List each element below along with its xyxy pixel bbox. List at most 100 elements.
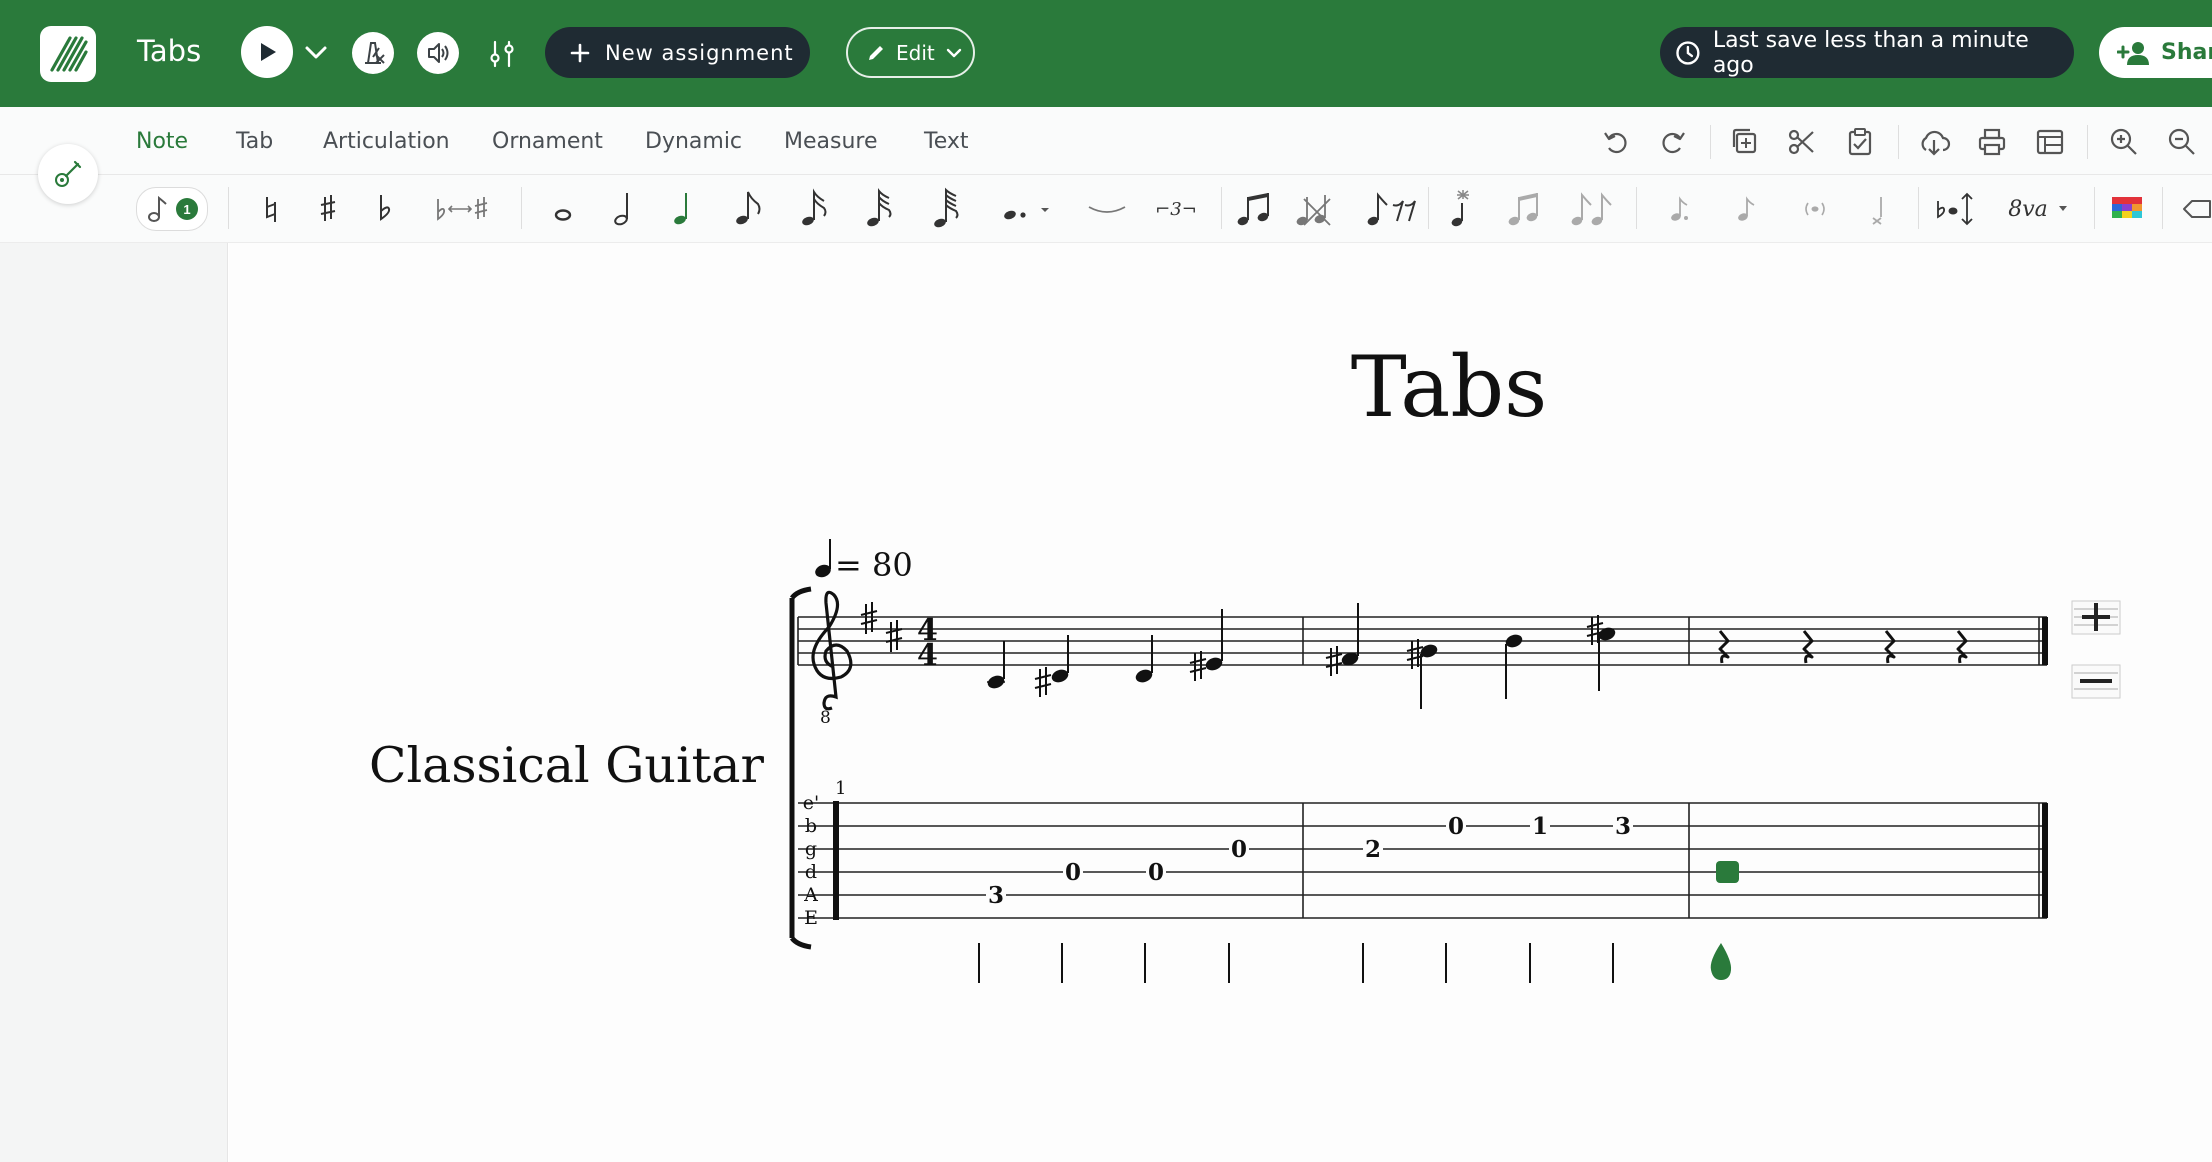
app-logo[interactable] [40, 26, 96, 82]
thirty-second-note-icon[interactable] [862, 187, 896, 231]
cut-icon[interactable] [1785, 125, 1819, 159]
mixer-icon[interactable] [484, 36, 520, 72]
measure-3-rests[interactable] [1718, 630, 1968, 664]
treble-clef-8vb[interactable]: 8 [811, 590, 853, 728]
flat-icon[interactable] [370, 187, 400, 231]
fret-number[interactable]: 0 [1065, 859, 1081, 886]
ribbon-tabs-row: Note Tab Articulation Ornament Dynamic M… [0, 107, 2212, 175]
enharmonic-swap-icon[interactable] [430, 187, 494, 231]
break-beam-icon[interactable] [1292, 187, 1338, 231]
sixty-fourth-note-icon[interactable] [929, 187, 963, 231]
sharp-icon[interactable] [313, 187, 343, 231]
copy-icon[interactable] [1728, 125, 1762, 159]
fret-number[interactable]: 3 [988, 882, 1004, 909]
plus-icon [570, 43, 590, 62]
toolbar-divider [1710, 125, 1711, 159]
parenthesized-note-icon[interactable] [1798, 187, 1832, 231]
rest-group-icon[interactable] [1363, 187, 1419, 231]
quarter-note-icon[interactable] [669, 187, 699, 231]
time-signature[interactable]: 4 4 [917, 613, 938, 673]
standard-staff[interactable] [798, 616, 2047, 666]
small-note-icon[interactable] [1664, 187, 1694, 231]
color-picker-icon[interactable] [2110, 187, 2144, 231]
share-button[interactable]: Share [2099, 27, 2212, 78]
undo-icon[interactable] [1600, 125, 1634, 159]
string-name: g [805, 838, 817, 860]
download-icon[interactable] [1917, 125, 1951, 159]
palette-divider [1918, 187, 1919, 229]
tab-text[interactable]: Text [924, 129, 969, 154]
palette-divider [2162, 187, 2163, 229]
voice-badge: 1 [176, 198, 198, 220]
palette-divider [1428, 187, 1429, 229]
metronome-button[interactable] [352, 32, 394, 74]
tempo-marking[interactable]: = 80 [813, 539, 913, 584]
tie-icon[interactable] [1084, 187, 1130, 231]
grace-note-icon[interactable] [1445, 187, 1481, 231]
playback-options-chevron-icon[interactable] [302, 40, 330, 64]
tab-ornament[interactable]: Ornament [492, 129, 603, 154]
key-signature[interactable] [860, 602, 903, 652]
tab-articulation[interactable]: Articulation [323, 129, 450, 154]
edit-button[interactable]: Edit [846, 27, 975, 78]
tab-input-cursor[interactable] [1716, 861, 1739, 883]
tab-measure[interactable]: Measure [784, 129, 878, 154]
fret-number[interactable]: 0 [1148, 859, 1164, 886]
natural-icon[interactable] [256, 187, 286, 231]
tab-dynamic[interactable]: Dynamic [645, 129, 742, 154]
palette-divider [521, 187, 522, 229]
save-status-badge: Last save less than a minute ago [1660, 27, 2074, 78]
toolbar-divider [1898, 125, 1899, 159]
tuplet-bracket-right: ¬ [1181, 198, 1197, 220]
tab-tab[interactable]: Tab [236, 129, 273, 154]
fret-number[interactable]: 0 [1231, 836, 1247, 863]
layout-icon[interactable] [2033, 125, 2067, 159]
measure-2-notes[interactable] [1325, 603, 1617, 709]
beam-feathered-icon[interactable] [1567, 187, 1613, 231]
eighth-note-icon[interactable] [731, 187, 765, 231]
toolbar-divider [2087, 125, 2088, 159]
paste-icon[interactable] [1843, 125, 1877, 159]
delete-icon[interactable] [2180, 187, 2212, 231]
volume-button[interactable] [417, 32, 459, 74]
remove-staff-button[interactable] [2071, 664, 2121, 699]
app-logo-icon [50, 36, 88, 72]
palette-divider [228, 187, 229, 229]
zoom-in-icon[interactable] [2107, 125, 2141, 159]
play-button[interactable] [241, 26, 293, 78]
beamed-light-icon[interactable] [1504, 187, 1544, 231]
dotted-note-dropdown-icon[interactable] [995, 187, 1059, 231]
fret-number[interactable]: 3 [1615, 813, 1631, 840]
beam-icon[interactable] [1233, 187, 1279, 231]
fret-number[interactable]: 1 [1532, 813, 1548, 840]
zoom-out-icon[interactable] [2165, 125, 2199, 159]
tab-string-names[interactable]: e' b g d A E [803, 792, 819, 929]
string-name: d [805, 861, 817, 883]
ottava-dropdown[interactable]: 8va [2002, 187, 2074, 231]
tuplet-button[interactable]: ⌐ 3 ¬ [1148, 187, 1204, 231]
cue-note-icon[interactable] [1731, 187, 1761, 231]
measure-number: 1 [835, 778, 846, 799]
redo-icon[interactable] [1655, 125, 1689, 159]
print-icon[interactable] [1975, 125, 2009, 159]
fret-number[interactable]: 2 [1365, 836, 1381, 863]
add-staff-button[interactable] [2071, 600, 2121, 635]
tab-note[interactable]: Note [136, 129, 188, 154]
dead-note-icon[interactable] [1864, 187, 1894, 231]
new-assignment-button[interactable]: New assignment [545, 27, 810, 78]
sixteenth-note-icon[interactable] [797, 187, 831, 231]
score-staff[interactable]: = 80 8 4 4 e' b g d A E 1 3 0 0 0 2 0 1 … [229, 243, 2212, 1162]
respell-pitch-icon[interactable] [1934, 187, 1980, 231]
palette-divider [2094, 187, 2095, 229]
palette-divider [1636, 187, 1637, 229]
tempo-value: = 80 [835, 546, 913, 584]
fret-number[interactable]: 0 [1448, 813, 1464, 840]
whole-note-icon[interactable] [548, 187, 578, 231]
string-name: E [804, 907, 818, 929]
score-canvas[interactable]: Tabs Classical Guitar = 80 8 4 4 e' b g … [229, 243, 2212, 1162]
tab-staff[interactable] [798, 802, 2047, 919]
add-user-icon [2117, 41, 2149, 65]
instrument-button[interactable] [38, 144, 98, 204]
voice-selector[interactable]: 1 [136, 187, 208, 231]
half-note-icon[interactable] [610, 187, 640, 231]
